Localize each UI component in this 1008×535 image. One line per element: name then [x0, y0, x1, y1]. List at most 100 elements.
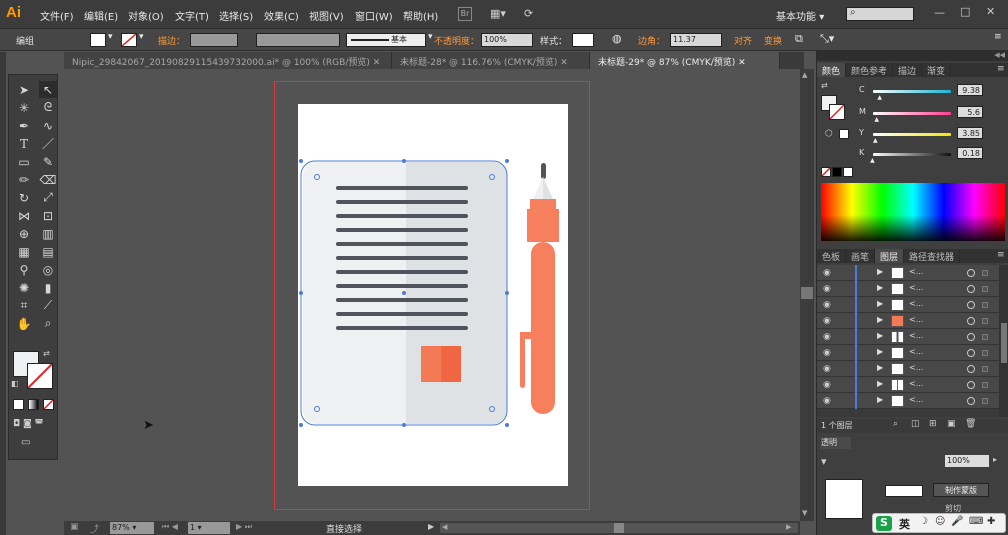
anchor-point[interactable]: [299, 291, 303, 295]
rotate-tool-icon[interactable]: ↻: [15, 189, 33, 206]
channel-k-slider[interactable]: [873, 153, 951, 156]
channel-m-field[interactable]: 5.6: [957, 106, 983, 118]
expand-arrow-icon[interactable]: ▶: [877, 283, 883, 292]
zoom-tool-icon[interactable]: ⌕: [39, 315, 57, 332]
selection-indicator[interactable]: [982, 302, 988, 308]
color-mode-icon[interactable]: [13, 399, 24, 410]
graphic-style-swatch[interactable]: [572, 33, 594, 47]
transparency-tab[interactable]: 透明: [821, 437, 851, 449]
gradient-tool-icon[interactable]: ▤: [39, 243, 57, 260]
web-safe-swatch[interactable]: [839, 129, 849, 139]
opacity-dropdown-icon[interactable]: ▸: [993, 455, 997, 464]
stroke-label[interactable]: 描边：: [158, 34, 185, 47]
channel-c-handle[interactable]: ▲: [877, 94, 882, 101]
channel-c-field[interactable]: 9.38: [957, 84, 983, 96]
symbol-sprayer-tool-icon[interactable]: ✺: [15, 279, 33, 296]
drawing-modes-icon[interactable]: ◘ ◙ ◚: [13, 419, 53, 430]
ime-emoji-icon[interactable]: ☺: [935, 516, 945, 527]
layer-name[interactable]: <...: [909, 379, 923, 388]
layer-name[interactable]: <...: [909, 363, 923, 372]
tab-stroke[interactable]: 描边: [893, 63, 923, 77]
slice-tool-icon[interactable]: ⟋: [39, 297, 57, 314]
last-artboard-button[interactable]: ▶ ⏭: [236, 522, 252, 532]
target-circle-icon[interactable]: [967, 317, 975, 325]
horizontal-scroll-thumb[interactable]: [614, 523, 624, 533]
selection-indicator[interactable]: [982, 318, 988, 324]
layer-row[interactable]: ◉ ▶ <...: [817, 297, 999, 313]
stroke-color-box[interactable]: [27, 363, 53, 389]
anchor-point[interactable]: [299, 159, 303, 163]
fill-swatch[interactable]: [90, 33, 106, 47]
menu-edit[interactable]: 编辑(E): [84, 8, 118, 23]
tab-document-29[interactable]: 未标题-29* @ 87% (CMYK/预览) ✕: [590, 52, 780, 69]
color-panel-menu-icon[interactable]: ≡: [997, 64, 1005, 74]
visibility-eye-icon[interactable]: ◉: [823, 396, 831, 406]
pen-illustration[interactable]: [520, 163, 559, 414]
magic-wand-tool-icon[interactable]: ✳: [15, 99, 33, 116]
brush-definition[interactable]: 基本: [346, 33, 426, 47]
transform-link[interactable]: 变换: [764, 34, 782, 47]
share-icon[interactable]: ⤴: [90, 522, 99, 535]
layer-name[interactable]: <...: [909, 395, 923, 404]
expand-arrow-icon[interactable]: ▶: [877, 267, 883, 276]
ime-voice-icon[interactable]: 🎤: [951, 516, 963, 527]
none-mode-icon[interactable]: [43, 399, 54, 410]
scroll-left-icon[interactable]: ◀: [442, 523, 447, 531]
color-swap-icon[interactable]: ⇄: [821, 81, 828, 90]
layer-name[interactable]: <...: [909, 331, 923, 340]
lasso-tool-icon[interactable]: ᘓ: [39, 99, 57, 116]
artboard-nav-icon[interactable]: ▣: [70, 522, 79, 532]
type-tool-icon[interactable]: T: [15, 135, 33, 152]
channel-y-handle[interactable]: ▲: [873, 137, 878, 144]
tab-document-nipic[interactable]: Nipic_29842067_20190829115439732000.ai* …: [64, 52, 392, 69]
visibility-eye-icon[interactable]: ◉: [823, 380, 831, 390]
layer-row[interactable]: ◉ ▶ <...: [817, 265, 999, 281]
corner-label[interactable]: 边角：: [638, 34, 665, 47]
layers-scrollbar[interactable]: [999, 265, 1008, 417]
layers-panel-menu-icon[interactable]: ≡: [997, 250, 1005, 260]
target-circle-icon[interactable]: [967, 381, 975, 389]
channel-m-handle[interactable]: ▲: [874, 116, 879, 123]
menu-file[interactable]: 文件(F): [40, 8, 74, 23]
color-spectrum[interactable]: [821, 183, 1005, 241]
target-circle-icon[interactable]: [967, 285, 975, 293]
expand-arrow-icon[interactable]: ▶: [877, 299, 883, 308]
tab-brushes[interactable]: 画笔: [846, 249, 876, 263]
channel-y-slider[interactable]: [873, 133, 951, 136]
blend-mode-icon[interactable]: ▾: [821, 455, 841, 468]
zoom-level-field[interactable]: 87% ▾: [110, 522, 154, 534]
scroll-thumb[interactable]: [801, 287, 813, 299]
rectangle-tool-icon[interactable]: ▭: [15, 153, 33, 170]
default-colors-icon[interactable]: ◧: [11, 379, 19, 388]
vertical-scrollbar[interactable]: ▲ ▼: [800, 69, 814, 521]
none-swatch[interactable]: [821, 167, 831, 177]
expand-arrow-icon[interactable]: ▶: [877, 331, 883, 340]
gpu-performance-icon[interactable]: ⟳: [524, 7, 533, 20]
opacity-label[interactable]: 不透明度：: [434, 34, 479, 47]
anchor-point[interactable]: [505, 291, 509, 295]
first-artboard-button[interactable]: ⏮ ◀: [162, 522, 178, 532]
menu-type[interactable]: 文字(T): [175, 8, 209, 23]
expand-arrow-icon[interactable]: ▶: [877, 395, 883, 404]
expand-arrow-icon[interactable]: ▶: [877, 379, 883, 388]
visibility-eye-icon[interactable]: ◉: [823, 348, 831, 358]
bridge-icon[interactable]: Br: [458, 7, 472, 21]
channel-c-slider[interactable]: [873, 90, 951, 93]
line-segment-tool-icon[interactable]: ／: [39, 135, 57, 152]
workspace-switcher[interactable]: 基本功能 ▾: [776, 8, 824, 23]
new-sublayer-icon[interactable]: ⊞: [929, 419, 937, 429]
tab-gradient[interactable]: 渐变: [922, 63, 952, 77]
hand-tool-icon[interactable]: ✋: [15, 315, 33, 332]
layer-row[interactable]: ◉ ▶ <...: [817, 393, 999, 409]
pencil-tool-icon[interactable]: ✏: [15, 171, 33, 188]
black-swatch[interactable]: [832, 167, 842, 177]
stroke-weight-field[interactable]: [190, 33, 238, 47]
selection-indicator[interactable]: [982, 398, 988, 404]
ungroup-icon[interactable]: ⤡▾: [820, 32, 834, 46]
width-tool-icon[interactable]: ⋈: [15, 207, 33, 224]
close-icon[interactable]: ✕: [373, 58, 381, 68]
make-mask-button[interactable]: 制作蒙版: [933, 483, 989, 497]
ime-language-toggle[interactable]: 英: [899, 516, 910, 532]
target-circle-icon[interactable]: [967, 365, 975, 373]
shape-builder-tool-icon[interactable]: ⊕: [15, 225, 33, 242]
